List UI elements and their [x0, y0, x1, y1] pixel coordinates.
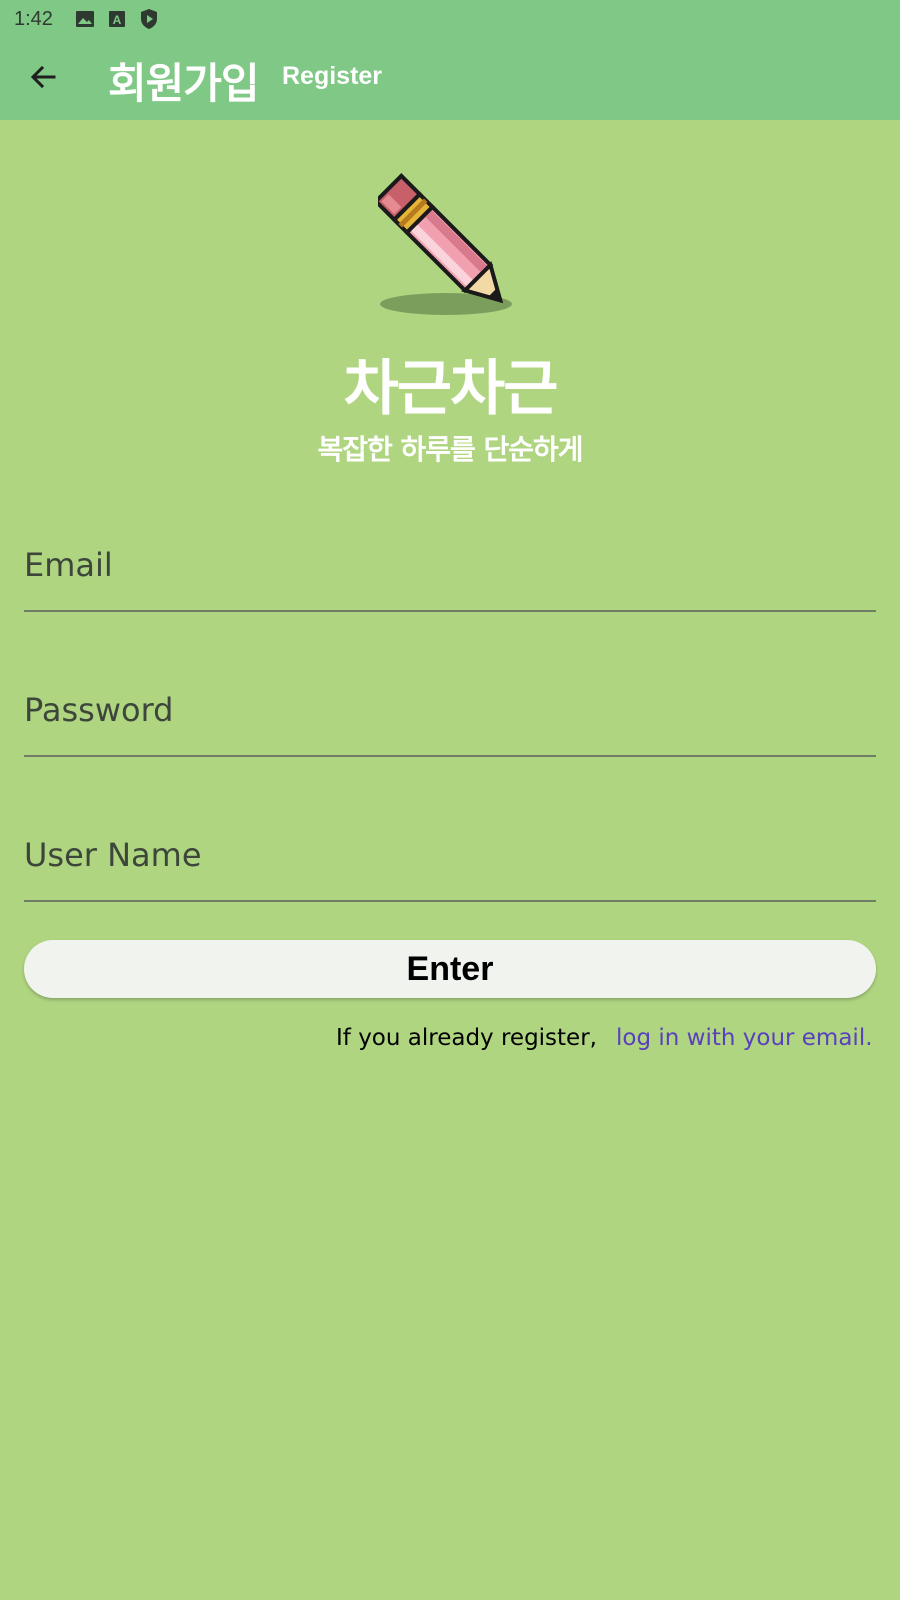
status-bar: 1:42 A	[0, 0, 900, 38]
username-field[interactable]	[24, 806, 876, 902]
page-title: 회원가입	[108, 59, 260, 108]
font-icon: A	[105, 7, 129, 31]
status-time: 1:42	[14, 7, 53, 30]
enter-button[interactable]: Enter	[24, 940, 876, 998]
email-field[interactable]	[24, 516, 876, 612]
svg-text:A: A	[113, 13, 122, 27]
arrow-back-icon	[28, 62, 58, 96]
pencil-icon	[373, 170, 520, 322]
image-icon	[73, 7, 97, 31]
username-input[interactable]	[24, 836, 876, 874]
login-link[interactable]: log in with your email.	[616, 1025, 873, 1051]
app-bar: 회원가입 Register	[0, 38, 900, 120]
back-button[interactable]	[22, 58, 64, 100]
password-input[interactable]	[24, 691, 876, 729]
brand-title: 차근차근	[343, 354, 559, 424]
email-input[interactable]	[24, 546, 876, 584]
password-field[interactable]	[24, 661, 876, 757]
page-subtitle: Register	[282, 62, 383, 90]
register-hint-text: If you already register,	[336, 1025, 597, 1051]
shield-play-icon	[137, 7, 161, 31]
brand-slogan: 복잡한 하루를 단순하게	[317, 433, 583, 466]
